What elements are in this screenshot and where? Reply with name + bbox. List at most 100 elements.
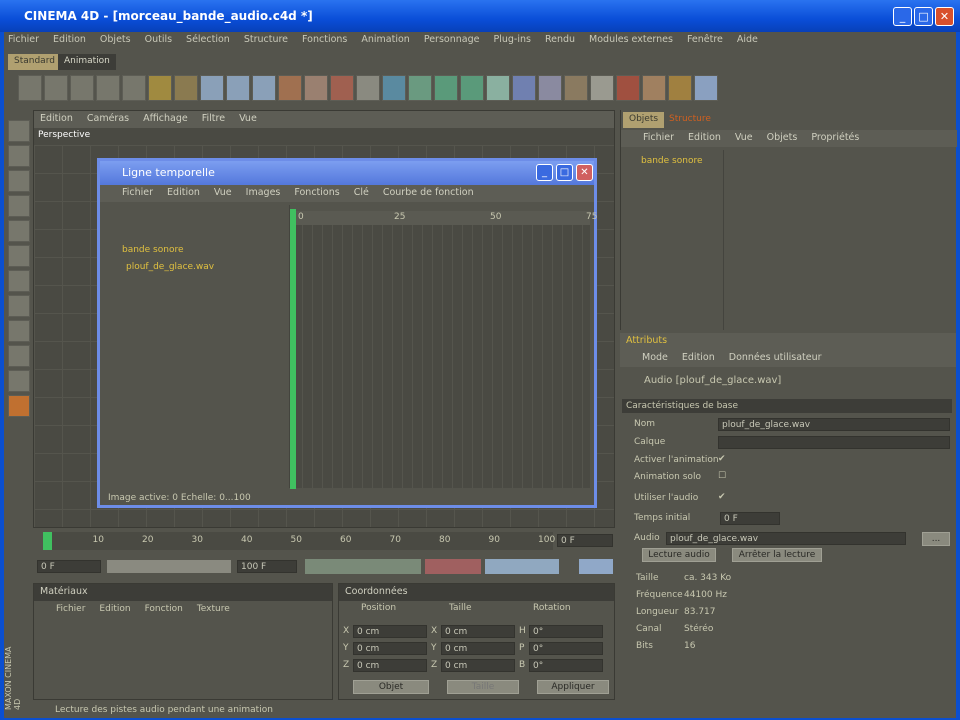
menu-item[interactable]: Rendu: [545, 34, 575, 45]
tl-close-button[interactable]: ✕: [576, 164, 593, 181]
tool-icon[interactable]: [18, 75, 42, 101]
tool-icon[interactable]: [252, 75, 276, 101]
objects-menu-item[interactable]: Fichier: [643, 132, 674, 143]
tool-icon[interactable]: [616, 75, 640, 101]
tool-icon[interactable]: [668, 75, 692, 101]
left-tool-icon[interactable]: [8, 270, 30, 292]
coord-field[interactable]: 0 cm: [353, 642, 427, 655]
objects-menu-item[interactable]: Propriétés: [811, 132, 859, 143]
tab-objects[interactable]: Objets: [623, 112, 665, 128]
maximize-button[interactable]: □: [914, 7, 933, 26]
coord-field[interactable]: 0°: [529, 659, 603, 672]
left-tool-icon[interactable]: [8, 295, 30, 317]
tool-icon[interactable]: [642, 75, 666, 101]
objects-menu-item[interactable]: Vue: [735, 132, 753, 143]
tool-icon[interactable]: [200, 75, 224, 101]
materials-menu-item[interactable]: Texture: [197, 604, 230, 614]
tool-icon[interactable]: [304, 75, 328, 101]
viewport-menu-item[interactable]: Filtre: [202, 113, 225, 124]
left-tool-icon[interactable]: [8, 245, 30, 267]
playback-controls[interactable]: [305, 559, 421, 574]
start-frame-field[interactable]: 0 F: [37, 560, 101, 573]
tool-icon[interactable]: [356, 75, 380, 101]
menu-item[interactable]: Modules externes: [589, 34, 673, 45]
objects-menu-item[interactable]: Objets: [767, 132, 798, 143]
tool-icon[interactable]: [486, 75, 510, 101]
timeline-menu-item[interactable]: Courbe de fonction: [383, 187, 474, 198]
menu-item[interactable]: Sélection: [186, 34, 230, 45]
current-frame-field[interactable]: 0 F: [557, 534, 613, 547]
coord-field[interactable]: 0 cm: [353, 625, 427, 638]
viewport-menu-item[interactable]: Caméras: [87, 113, 129, 124]
size-mode-dropdown[interactable]: Taille: [447, 680, 519, 694]
playhead[interactable]: [290, 209, 296, 489]
tool-icon[interactable]: [694, 75, 718, 101]
tool-icon[interactable]: [382, 75, 406, 101]
tool-icon[interactable]: [512, 75, 536, 101]
menu-item[interactable]: Objets: [100, 34, 131, 45]
tool-icon[interactable]: [174, 75, 198, 101]
range-slider[interactable]: [107, 560, 231, 573]
tool-icon[interactable]: [538, 75, 562, 101]
end-frame-field[interactable]: 100 F: [237, 560, 297, 573]
close-button[interactable]: ✕: [935, 7, 954, 26]
timeline-ruler-main[interactable]: 0102030405060708090100: [43, 532, 555, 550]
viewport-menu-item[interactable]: Vue: [239, 113, 257, 124]
layer-field[interactable]: [718, 436, 950, 449]
menu-item[interactable]: Aide: [737, 34, 758, 45]
enable-checkbox[interactable]: ✔: [718, 454, 726, 464]
tool-icon[interactable]: [122, 75, 146, 101]
attributes-menu-item[interactable]: Données utilisateur: [729, 352, 822, 363]
mode-dropdown[interactable]: Objet: [353, 680, 429, 694]
menu-item[interactable]: Fenêtre: [687, 34, 723, 45]
tool-icon[interactable]: [278, 75, 302, 101]
timeline-menu-item[interactable]: Edition: [167, 187, 200, 198]
attributes-menu-item[interactable]: Edition: [682, 352, 715, 363]
start-field[interactable]: 0 F: [720, 512, 780, 525]
coord-field[interactable]: 0°: [529, 642, 603, 655]
menu-item[interactable]: Fichier: [8, 34, 39, 45]
solo-checkbox[interactable]: ☐: [718, 471, 726, 481]
tool-icon[interactable]: [226, 75, 250, 101]
left-tool-icon[interactable]: [8, 220, 30, 242]
tab-structure[interactable]: Structure: [663, 112, 717, 128]
key-controls[interactable]: [485, 559, 559, 574]
left-tool-icon[interactable]: [8, 145, 30, 167]
coord-field[interactable]: 0 cm: [441, 659, 515, 672]
tool-icon[interactable]: [148, 75, 172, 101]
tool-icon[interactable]: [590, 75, 614, 101]
tl-minimize-button[interactable]: _: [536, 164, 553, 181]
main-playhead[interactable]: [43, 532, 52, 550]
browse-button[interactable]: ...: [922, 532, 950, 546]
menu-item[interactable]: Outils: [145, 34, 172, 45]
menu-item[interactable]: Personnage: [424, 34, 480, 45]
object-item[interactable]: bande sonore: [641, 156, 703, 166]
record-controls[interactable]: [425, 559, 481, 574]
key-area[interactable]: [292, 211, 590, 488]
left-tool-icon[interactable]: [8, 195, 30, 217]
tool-icon[interactable]: [70, 75, 94, 101]
tool-icon[interactable]: [408, 75, 432, 101]
objects-menu-item[interactable]: Edition: [688, 132, 721, 143]
tool-icon[interactable]: [44, 75, 68, 101]
coord-field[interactable]: 0 cm: [441, 625, 515, 638]
timeline-menu-item[interactable]: Fichier: [122, 187, 153, 198]
left-tool-icon[interactable]: [8, 370, 30, 392]
timeline-menu-item[interactable]: Fonctions: [294, 187, 339, 198]
left-tool-icon[interactable]: [8, 395, 30, 417]
menu-item[interactable]: Fonctions: [302, 34, 347, 45]
stop-audio-button[interactable]: Arrêter la lecture: [732, 548, 822, 562]
tool-icon[interactable]: [330, 75, 354, 101]
materials-menu-item[interactable]: Fonction: [145, 604, 183, 614]
track-item[interactable]: bande sonore: [122, 245, 184, 255]
menu-item[interactable]: Edition: [53, 34, 86, 45]
coord-field[interactable]: 0 cm: [353, 659, 427, 672]
materials-menu-item[interactable]: Edition: [99, 604, 130, 614]
options-controls[interactable]: [579, 559, 613, 574]
tool-icon[interactable]: [434, 75, 458, 101]
apply-button[interactable]: Appliquer: [537, 680, 609, 694]
menu-item[interactable]: Structure: [244, 34, 288, 45]
left-tool-icon[interactable]: [8, 320, 30, 342]
layout-tab-animation[interactable]: Animation: [58, 54, 116, 70]
layout-tab-standard[interactable]: Standard: [8, 54, 61, 70]
